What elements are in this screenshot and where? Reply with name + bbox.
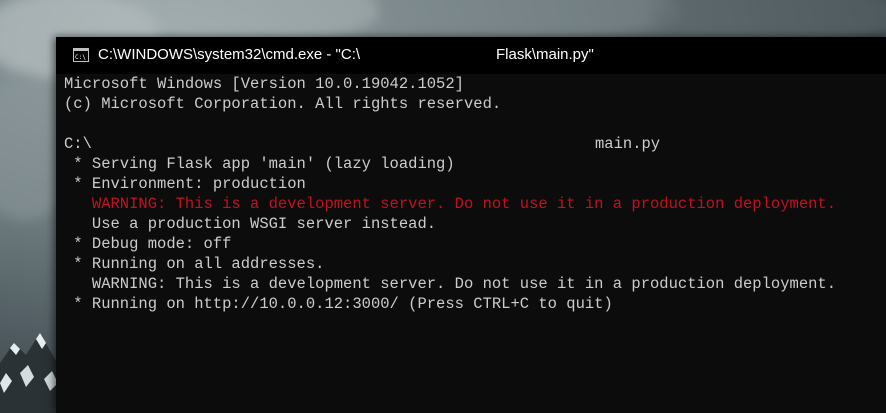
cmd-icon: C:\ — [73, 48, 89, 62]
cmd-window[interactable]: C:\ C:\WINDOWS\system32\cmd.exe - "C:\ F… — [56, 37, 886, 413]
console-line: * Serving Flask app 'main' (lazy loading… — [64, 155, 455, 173]
console-warning-line: WARNING: This is a development server. D… — [64, 275, 837, 293]
console-line: Microsoft Windows [Version 10.0.19042.10… — [64, 75, 464, 93]
console-prompt-suffix: main.py — [595, 135, 661, 153]
console-line: * Running on http://10.0.0.12:3000/ (Pre… — [64, 295, 613, 313]
console-line: * Running on all addresses. — [64, 255, 325, 273]
console-output[interactable]: Microsoft Windows [Version 10.0.19042.10… — [64, 74, 884, 411]
console-prompt-line: C:\ — [64, 135, 92, 153]
window-title-right: Flask\main.py" — [496, 46, 594, 63]
console-line: Use a production WSGI server instead. — [64, 215, 437, 233]
console-line: (c) Microsoft Corporation. All rights re… — [64, 95, 502, 113]
window-title-left: C:\WINDOWS\system32\cmd.exe - "C:\ — [98, 46, 361, 63]
console-warning-line: WARNING: This is a development server. D… — [64, 195, 837, 213]
console-line: * Environment: production — [64, 175, 306, 193]
title-bar[interactable]: C:\ C:\WINDOWS\system32\cmd.exe - "C:\ F… — [56, 37, 886, 74]
console-line: * Debug mode: off — [64, 235, 232, 253]
svg-text:C:\: C:\ — [75, 54, 86, 61]
